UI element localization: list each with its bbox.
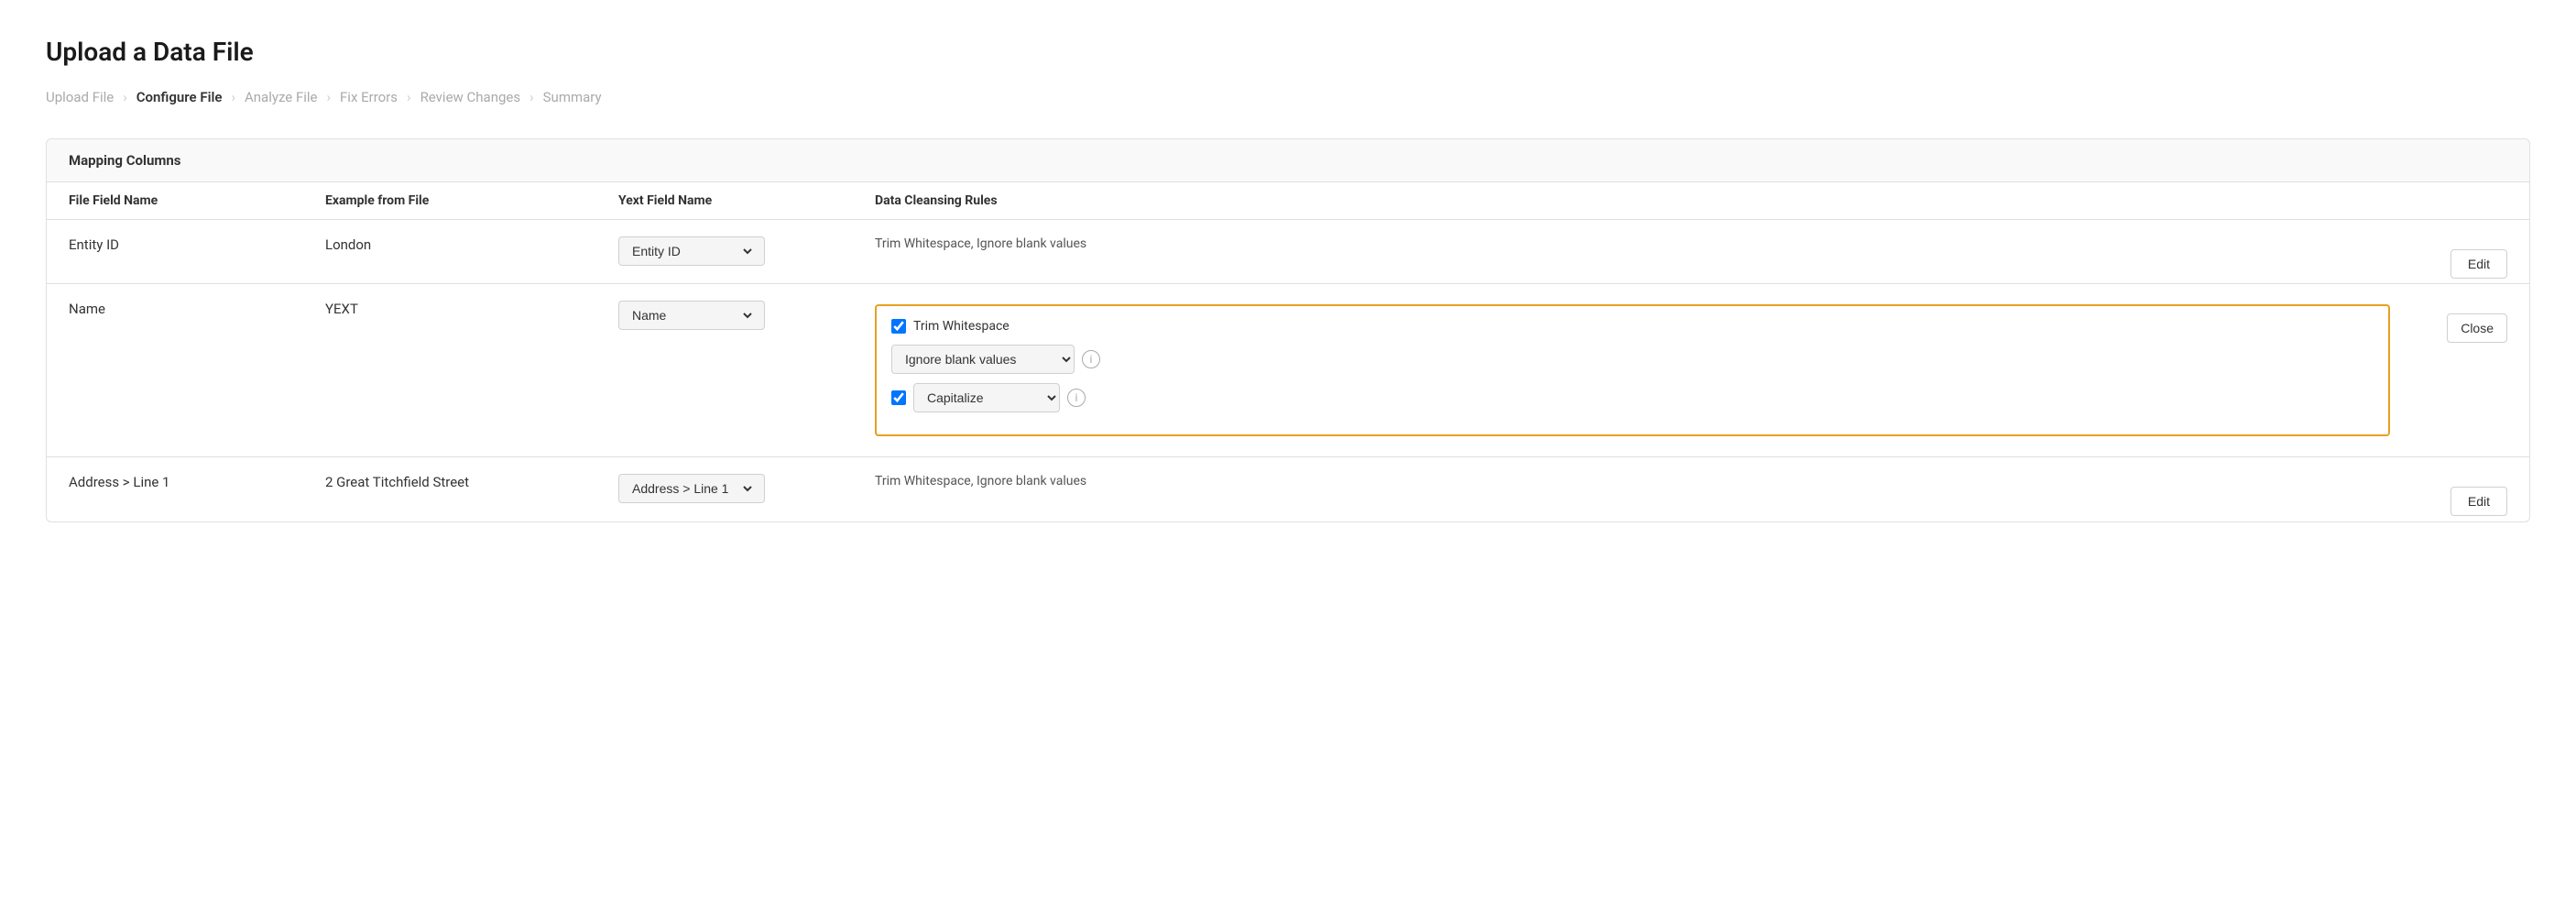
sep-3: ›: [327, 89, 332, 105]
mapping-columns-table: Mapping Columns File Field Name Example …: [46, 138, 2530, 522]
cell-file-field-name: Entity ID: [69, 220, 325, 269]
trim-whitespace-checkbox[interactable]: [891, 319, 906, 334]
column-headers: File Field Name Example from File Yext F…: [47, 182, 2529, 220]
row-actions-name: Close: [2397, 284, 2507, 343]
yext-field-dropdown-address[interactable]: Address > Line 1 Entity ID Name: [628, 480, 755, 497]
edit-button-entity-id[interactable]: Edit: [2450, 249, 2507, 279]
trim-whitespace-row: Trim Whitespace: [891, 319, 2374, 334]
cell-example-address: 2 Great Titchfield Street: [325, 457, 618, 507]
breadcrumb-upload-file[interactable]: Upload File: [46, 89, 114, 105]
col-header-actions: [2397, 193, 2507, 208]
info-icon-blank-values[interactable]: i: [1082, 350, 1100, 368]
edit-button-address[interactable]: Edit: [2450, 487, 2507, 516]
breadcrumb-fix-errors[interactable]: Fix Errors: [340, 89, 398, 105]
cell-file-field-name-address: Address > Line 1: [69, 457, 325, 507]
breadcrumb-review-changes[interactable]: Review Changes: [420, 89, 521, 105]
breadcrumb: Upload File › Configure File › Analyze F…: [46, 89, 2530, 105]
yext-field-select-entity-id[interactable]: Entity ID Name Address > Line 1: [618, 236, 765, 266]
cell-cleansing-rules: Trim Whitespace, Ignore blank values: [875, 220, 2397, 268]
breadcrumb-analyze-file[interactable]: Analyze File: [245, 89, 318, 105]
yext-field-dropdown-entity-id[interactable]: Entity ID Name Address > Line 1: [628, 243, 755, 259]
yext-field-dropdown-name[interactable]: Name Entity ID Address > Line 1: [628, 307, 755, 324]
col-header-example: Example from File: [325, 193, 618, 208]
sep-4: ›: [407, 89, 411, 105]
data-cleansing-expanded-box: Trim Whitespace Ignore blank values Repl…: [875, 304, 2390, 436]
info-icon-capitalize[interactable]: i: [1067, 389, 1086, 407]
breadcrumb-summary[interactable]: Summary: [543, 89, 602, 105]
col-header-file-field: File Field Name: [69, 193, 325, 208]
cell-cleansing-rules-address: Trim Whitespace, Ignore blank values: [875, 457, 2397, 505]
table-row: Entity ID London Entity ID Name Address …: [47, 220, 2529, 284]
cell-yext-field-name[interactable]: Name Entity ID Address > Line 1: [618, 284, 875, 346]
row-actions: Edit: [2397, 220, 2507, 279]
table-row: Address > Line 1 2 Great Titchfield Stre…: [47, 457, 2529, 521]
cell-cleansing-expanded: Trim Whitespace Ignore blank values Repl…: [875, 284, 2397, 456]
cell-example: London: [325, 220, 618, 269]
close-button-name[interactable]: Close: [2447, 313, 2507, 343]
col-header-cleansing: Data Cleansing Rules: [875, 193, 2397, 208]
breadcrumb-configure-file[interactable]: Configure File: [136, 89, 223, 105]
cell-example-name: YEXT: [325, 284, 618, 334]
cell-file-field-name-name: Name: [69, 284, 325, 334]
row-actions-address: Edit: [2397, 457, 2507, 516]
table-row: Name YEXT Name Entity ID Address > Line …: [47, 284, 2529, 457]
blank-values-dropdown[interactable]: Ignore blank values Replace blank values: [891, 345, 1075, 374]
table-section-header: Mapping Columns: [47, 139, 2529, 182]
trim-whitespace-label: Trim Whitespace: [913, 319, 1010, 334]
sep-2: ›: [231, 89, 235, 105]
yext-field-select-address[interactable]: Address > Line 1 Entity ID Name: [618, 474, 765, 503]
capitalize-dropdown[interactable]: Capitalize Uppercase Lowercase: [913, 383, 1060, 412]
sep-1: ›: [123, 89, 127, 105]
sep-5: ›: [529, 89, 534, 105]
ignore-blank-dropdown-row: Ignore blank values Replace blank values…: [891, 345, 2374, 374]
capitalize-dropdown-row: Capitalize Uppercase Lowercase i: [891, 383, 2374, 412]
yext-field-select-name[interactable]: Name Entity ID Address > Line 1: [618, 301, 765, 330]
col-header-yext-field: Yext Field Name: [618, 193, 875, 208]
cell-yext-field[interactable]: Entity ID Name Address > Line 1: [618, 220, 875, 282]
capitalize-checkbox[interactable]: [891, 390, 906, 405]
page-title: Upload a Data File: [46, 37, 2530, 67]
cell-yext-field-address[interactable]: Address > Line 1 Entity ID Name: [618, 457, 875, 520]
